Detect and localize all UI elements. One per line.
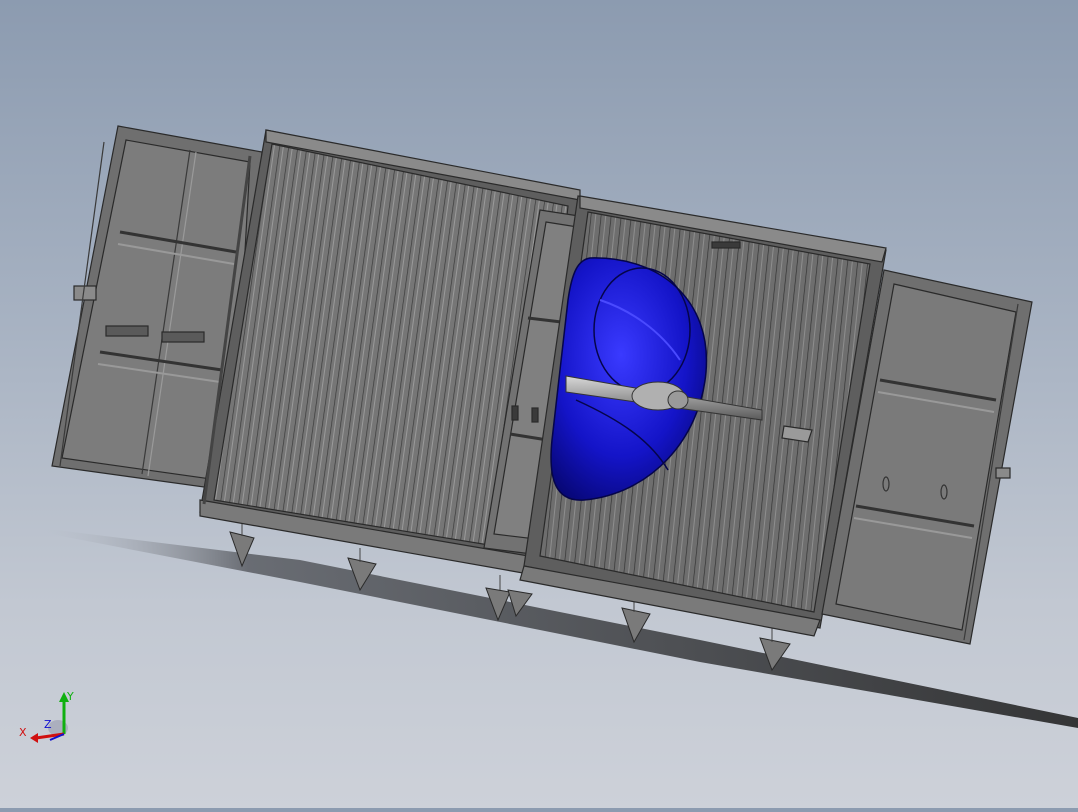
y-axis-label: Y <box>66 690 74 703</box>
x-axis-label: X <box>19 726 27 739</box>
z-axis-label: Z <box>44 718 52 731</box>
coordinate-triad: Y X Z <box>14 684 84 754</box>
container-assembly-model <box>40 125 1078 728</box>
cad-3d-viewport[interactable] <box>0 0 1078 808</box>
